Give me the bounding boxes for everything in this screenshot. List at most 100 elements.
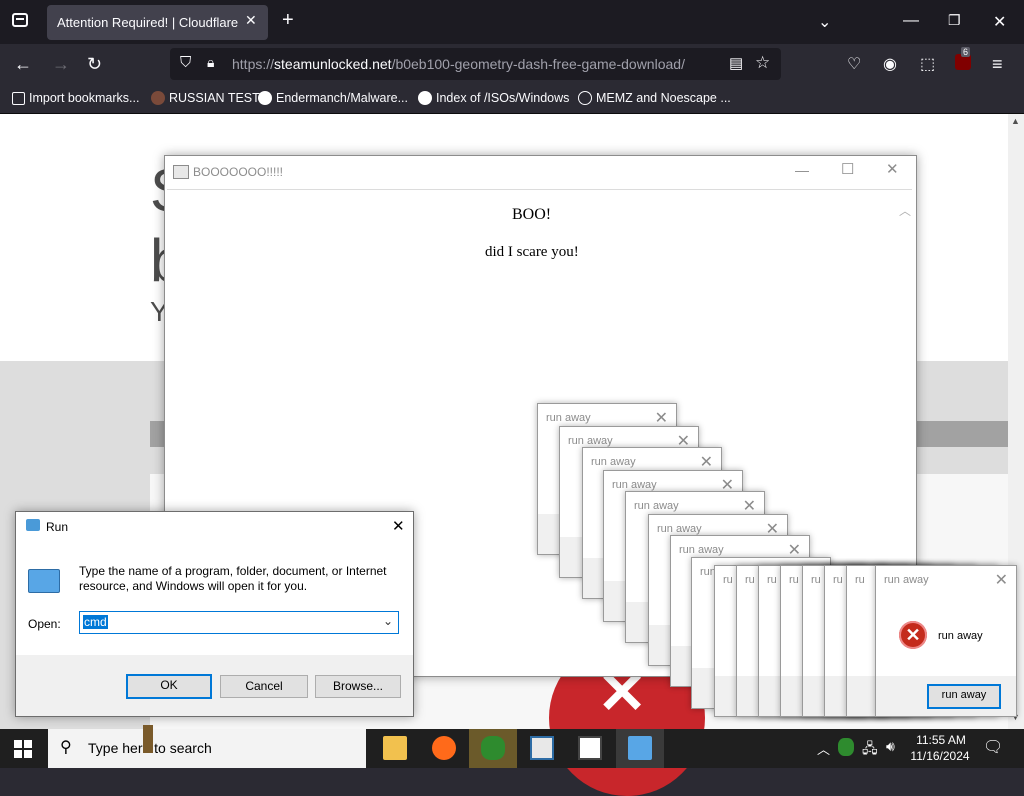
import-icon	[12, 92, 25, 105]
extension-badge: 6	[961, 47, 971, 57]
run-body: Type the name of a program, folder, docu…	[16, 542, 413, 655]
bookmark-import[interactable]: Import bookmarks...	[12, 91, 139, 105]
dialog-title: run away	[591, 456, 636, 468]
clock-date[interactable]: 11/16/2024	[909, 749, 971, 763]
reload-icon[interactable]: ↻	[87, 54, 102, 75]
run-away-dialog[interactable]: run away ✕ ✕ run away run away	[875, 565, 1017, 717]
bookmark-russian-test[interactable]: RUSSIAN TEST	[151, 91, 260, 105]
close-icon[interactable]: ✕	[995, 570, 1008, 590]
dialog-title: ru	[811, 574, 821, 586]
run-description: Type the name of a program, folder, docu…	[79, 564, 387, 593]
tab-close-icon[interactable]: ✕	[245, 12, 257, 29]
taskbar-run-app[interactable]	[616, 729, 664, 768]
globe-icon	[578, 91, 592, 105]
tab-title: Attention Required! | Cloudflare	[57, 15, 239, 30]
back-icon[interactable]: ←	[14, 54, 32, 75]
run-dialog[interactable]: Run ✕ Type the name of a program, folder…	[15, 511, 414, 717]
shield-icon[interactable]: ⛉	[180, 54, 191, 71]
google-icon	[258, 91, 272, 105]
file-explorer-icon[interactable]	[383, 736, 407, 760]
volume-icon[interactable]: 🔊︎	[886, 738, 895, 755]
dialog-message: run away	[938, 630, 983, 642]
minimize-icon[interactable]: —	[903, 12, 919, 30]
dialog-title: run away	[612, 479, 657, 491]
account-icon[interactable]: ◉	[883, 54, 897, 74]
chevron-down-icon[interactable]: ⌄	[818, 12, 831, 32]
url-text[interactable]: https://steamunlocked.net/b0eb100-geomet…	[232, 56, 685, 72]
open-combobox[interactable]: cmd ⌄	[79, 611, 399, 634]
close-icon[interactable]: ✕	[886, 160, 899, 178]
taskbar-active-app[interactable]	[469, 729, 517, 768]
close-icon[interactable]: ✕	[655, 408, 668, 428]
ublock-icon[interactable]: 6	[955, 47, 971, 70]
close-icon[interactable]: ✕	[993, 12, 1006, 32]
run-app-icon	[26, 519, 40, 531]
bookmark-memz[interactable]: MEMZ and Noescape ...	[578, 91, 731, 105]
lock-icon[interactable]: 🔒︎	[207, 54, 214, 71]
bookmark-isos[interactable]: Index of /ISOs/Windows	[418, 91, 569, 105]
bookmark-star-icon[interactable]: ☆	[755, 53, 770, 73]
menu-icon[interactable]: ≡	[992, 54, 1003, 75]
reader-view-icon[interactable]: ▤	[729, 54, 743, 72]
error-icon: ✕	[899, 621, 927, 649]
dialog-title: ru	[723, 574, 733, 586]
new-tab-icon[interactable]: +	[282, 9, 294, 32]
open-label: Open:	[28, 617, 61, 631]
scroll-up-icon[interactable]: ︿	[899, 202, 911, 219]
run-program-icon	[28, 569, 60, 593]
network-icon[interactable]: 🖧︎	[862, 738, 878, 762]
bookmarks-toolbar: Import bookmarks... RUSSIAN TEST Enderma…	[0, 84, 1024, 114]
window-app-icon[interactable]	[578, 736, 602, 760]
taskbar: ⚲ Type here to search ︿ 🖧︎ 🔊︎ 11:55 AM 1…	[0, 725, 1024, 768]
dialog-title: ru	[855, 574, 865, 586]
dialog-title: run away	[884, 574, 929, 586]
nav-bar: ← → ↻ ⛉ 🔒︎ https://steamunlocked.net/b0e…	[0, 44, 1024, 84]
close-icon[interactable]: ✕	[392, 517, 405, 535]
run-title-bar: Run ✕	[16, 512, 413, 542]
windows-start-icon[interactable]	[14, 740, 32, 758]
clock-time[interactable]: 11:55 AM	[913, 733, 969, 747]
list-tabs-icon[interactable]	[12, 13, 28, 27]
browse-button[interactable]: Browse...	[315, 675, 401, 698]
window-title: BOOOOOOO!!!!!	[193, 165, 284, 179]
window-app-icon[interactable]	[530, 736, 554, 760]
dialog-title: run away	[679, 544, 724, 556]
bookmark-endermanch[interactable]: Endermanch/Malware...	[258, 91, 408, 105]
chevron-up-icon[interactable]: ︿	[817, 739, 830, 758]
search-icon: ⚲	[60, 739, 72, 756]
dialog-footer: run away	[876, 676, 1016, 716]
dialog-title: ru	[789, 574, 799, 586]
cursor-figure-icon	[143, 725, 153, 753]
taskbar-search[interactable]: ⚲ Type here to search	[48, 725, 366, 768]
ok-button[interactable]: OK	[126, 674, 212, 699]
google-icon	[418, 91, 432, 105]
malware-app-icon	[481, 736, 505, 760]
dialog-title: run away	[546, 412, 591, 424]
dialog-title: ru	[745, 574, 755, 586]
run-away-button[interactable]: run away	[927, 684, 1001, 709]
dialog-title: run away	[634, 500, 679, 512]
pocket-icon[interactable]: ♡	[847, 54, 861, 74]
cancel-button[interactable]: Cancel	[220, 675, 308, 698]
open-input[interactable]: cmd	[83, 615, 108, 629]
tab-bar: Attention Required! | Cloudflare ✕ + ⌄ —…	[0, 0, 1024, 44]
tray-app-icon[interactable]	[838, 738, 854, 756]
tab-active[interactable]: Attention Required! | Cloudflare ✕	[47, 5, 268, 40]
boo-message: did I scare you!	[485, 244, 579, 260]
minimize-icon[interactable]: —	[795, 162, 809, 178]
forward-icon[interactable]: →	[52, 54, 70, 75]
close-icon[interactable]: ✕	[700, 452, 713, 472]
url-bar[interactable]: ⛉ 🔒︎ https://steamunlocked.net/b0eb100-g…	[170, 48, 781, 80]
restore-icon[interactable]: ❐	[948, 12, 961, 29]
run-title: Run	[46, 520, 69, 534]
extensions-icon[interactable]: ⬚	[920, 54, 935, 74]
notifications-icon[interactable]: 🗨︎	[983, 737, 1003, 757]
firefox-icon[interactable]	[432, 736, 456, 760]
close-icon[interactable]: ✕	[743, 496, 756, 516]
dialog-title: run away	[568, 435, 613, 447]
dialog-title: run away	[657, 523, 702, 535]
chevron-down-icon[interactable]: ⌄	[383, 614, 393, 628]
maximize-icon[interactable]: ☐	[841, 160, 854, 178]
app-icon	[173, 165, 189, 179]
dialog-title: ru	[767, 574, 777, 586]
